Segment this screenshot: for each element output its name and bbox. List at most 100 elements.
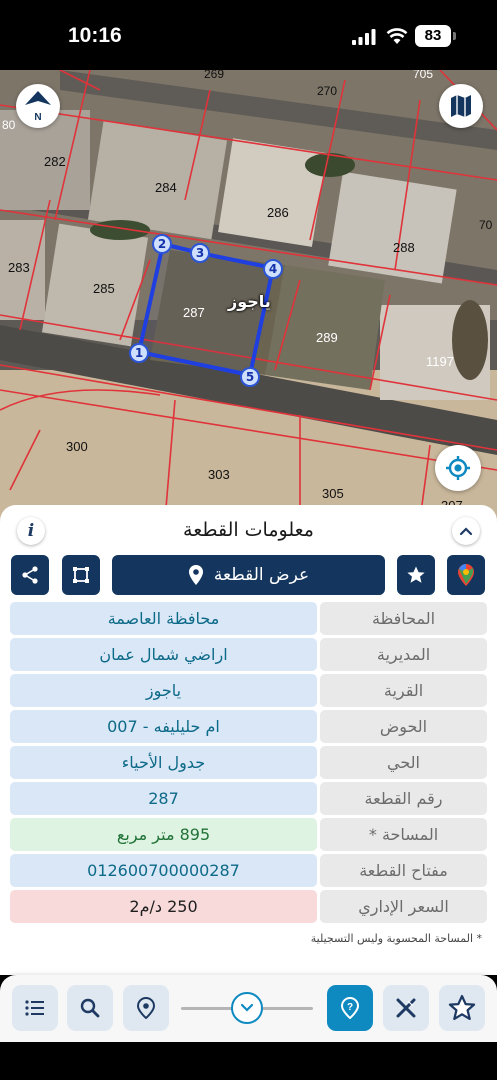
parcel-vertex[interactable]: 3	[190, 243, 210, 263]
detail-label: المديرية	[320, 638, 487, 671]
parcel-label: 287	[183, 305, 205, 320]
parcel-label: 80	[2, 118, 16, 132]
list-icon	[25, 1000, 44, 1016]
sheet-header: i معلومات القطعة	[0, 513, 497, 553]
detail-value-price: 250 د/م2	[10, 890, 317, 923]
parcel-vertex[interactable]: 2	[152, 234, 172, 254]
detail-label: رقم القطعة	[320, 782, 487, 815]
detail-label: الحوض	[320, 710, 487, 743]
detail-row-area: 895 متر مربع المساحة *	[10, 817, 487, 853]
pin-search-button[interactable]	[123, 985, 169, 1031]
locate-me-button[interactable]	[435, 445, 481, 491]
crop-button[interactable]	[62, 555, 100, 595]
detail-value: 287	[10, 782, 317, 815]
parcel-label: 269	[204, 70, 225, 81]
parcel-label: 286	[267, 205, 289, 220]
parcel-vertex[interactable]: 4	[263, 259, 283, 279]
google-maps-button[interactable]	[447, 555, 485, 595]
parcel-label: 283	[8, 260, 30, 275]
star-icon	[407, 566, 425, 583]
show-parcel-button[interactable]: عرض القطعة	[112, 555, 385, 595]
parcel-details-table: محافظة العاصمة المحافظة اراضي شمال عمان …	[10, 601, 487, 925]
parcel-label: 282	[44, 154, 66, 169]
svg-text:N: N	[34, 112, 41, 123]
detail-row: جدول الأحياء الحي	[10, 745, 487, 781]
parcel-label: 1197	[426, 354, 454, 369]
village-label: ياجوز	[228, 292, 271, 311]
parcel-label: 705	[413, 70, 434, 81]
sheet-title: معلومات القطعة	[183, 519, 314, 541]
map-layers-icon	[451, 95, 471, 117]
map-layers-button[interactable]	[439, 84, 483, 128]
share-button[interactable]	[11, 555, 49, 595]
crop-icon	[73, 567, 89, 583]
locate-icon	[446, 456, 470, 480]
detail-label: القرية	[320, 674, 487, 707]
detail-row-price: 250 د/م2 السعر الإداري	[10, 889, 487, 925]
detail-row: اراضي شمال عمان المديرية	[10, 637, 487, 673]
parcel-label: 285	[93, 281, 115, 296]
detail-row: 012600700000287 مفتاح القطعة	[10, 853, 487, 889]
collapse-button[interactable]	[452, 517, 480, 545]
detail-value: ام حليليفه - 007	[10, 710, 317, 743]
parcel-vertex[interactable]: 1	[129, 343, 149, 363]
status-time: 10:16	[68, 24, 122, 47]
detail-row: ياجوز القرية	[10, 673, 487, 709]
parcel-label: 284	[155, 180, 177, 195]
satellite-map[interactable]: 269 270 705 80 282 284 286 288 70 283 28…	[0, 70, 497, 520]
compass-icon: N	[25, 91, 51, 123]
bottom-toolbar: ?	[0, 975, 497, 1042]
detail-value: جدول الأحياء	[10, 746, 317, 779]
svg-text:?: ?	[347, 1002, 353, 1013]
detail-value: محافظة العاصمة	[10, 602, 317, 635]
detail-label: السعر الإداري	[320, 890, 487, 923]
favorite-parcel-button[interactable]	[397, 555, 435, 595]
help-pin-icon: ?	[341, 997, 359, 1019]
detail-row: محافظة العاصمة المحافظة	[10, 601, 487, 637]
help-button[interactable]: ?	[327, 985, 373, 1031]
parcel-label: 70	[479, 218, 493, 232]
tools-button[interactable]	[383, 985, 429, 1031]
parcel-label: 270	[317, 84, 338, 98]
show-parcel-label: عرض القطعة	[213, 565, 310, 585]
favorites-button[interactable]	[439, 985, 485, 1031]
chevron-up-icon	[459, 527, 473, 536]
chevron-down-icon	[240, 1003, 254, 1012]
search-icon	[80, 998, 100, 1018]
menu-button[interactable]	[12, 985, 58, 1031]
google-maps-icon	[458, 564, 474, 586]
search-button[interactable]	[67, 985, 113, 1031]
battery-indicator: 83	[415, 25, 451, 47]
detail-label: المساحة *	[320, 818, 487, 851]
detail-value: ياجوز	[10, 674, 317, 707]
compass-button[interactable]: N	[16, 84, 60, 128]
share-icon	[22, 566, 38, 584]
detail-value-area: 895 متر مربع	[10, 818, 317, 851]
location-pin-icon	[188, 565, 203, 585]
detail-row: 287 رقم القطعة	[10, 781, 487, 817]
parcel-label: 289	[316, 330, 338, 345]
parcel-label: 288	[393, 240, 415, 255]
detail-label: مفتاح القطعة	[320, 854, 487, 887]
parcel-vertex[interactable]: 5	[240, 367, 260, 387]
status-bar: 10:16 83	[0, 0, 497, 70]
detail-label: الحي	[320, 746, 487, 779]
parcel-label: 300	[66, 439, 88, 454]
parcel-label: 305	[322, 486, 344, 501]
detail-value: اراضي شمال عمان	[10, 638, 317, 671]
home-indicator-area	[0, 1042, 497, 1080]
detail-value: 012600700000287	[10, 854, 317, 887]
area-footnote: * المساحة المحسوبة وليس التسجيلية	[310, 932, 482, 945]
wifi-icon	[386, 28, 408, 44]
sheet-actions: عرض القطعة	[0, 555, 497, 597]
opacity-slider-knob[interactable]	[231, 992, 263, 1024]
pin-search-icon	[137, 997, 155, 1019]
favorite-icon	[448, 994, 476, 1021]
detail-row: ام حليليفه - 007 الحوض	[10, 709, 487, 745]
parcel-info-sheet: i معلومات القطعة عرض القطعة محافظة العاص…	[0, 505, 497, 975]
tools-icon	[396, 998, 416, 1018]
cellular-signal-icon	[352, 29, 376, 45]
detail-label: المحافظة	[320, 602, 487, 635]
parcel-label: 303	[208, 467, 230, 482]
battery-tip	[453, 32, 456, 40]
